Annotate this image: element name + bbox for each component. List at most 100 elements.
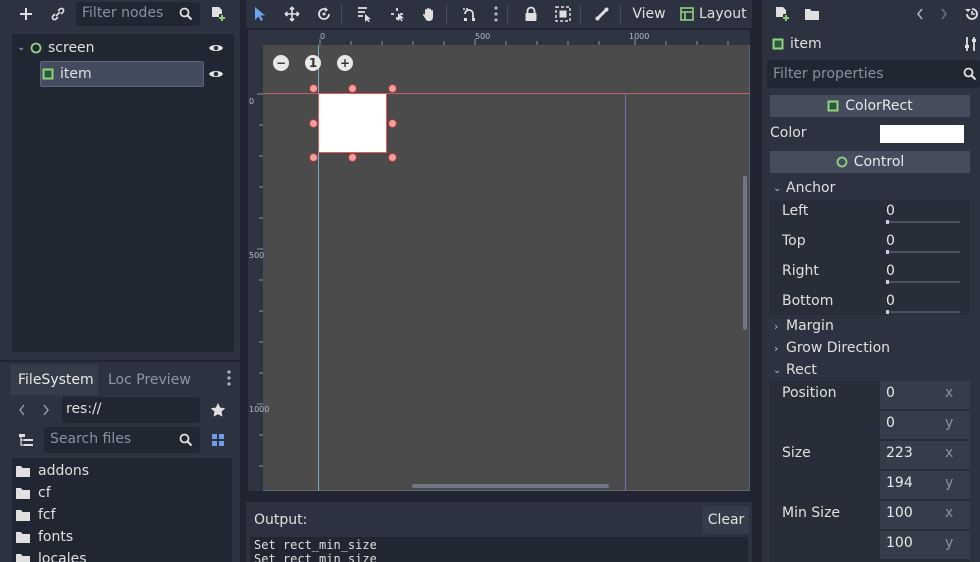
history-icon[interactable] [960,2,980,26]
move-tool-icon[interactable] [280,2,304,26]
tab-loc-preview[interactable]: Loc Preview [100,365,220,395]
slider-grabber[interactable] [886,220,889,224]
zoom-out-button[interactable]: − [273,55,289,71]
tab-filesystem[interactable]: FileSystem [10,365,98,395]
list-item[interactable]: fcf [16,504,56,526]
select-tool-icon[interactable] [248,2,272,26]
search-icon [174,2,198,26]
resize-handle[interactable] [348,84,357,93]
link-icon[interactable] [46,2,70,26]
min-size-y-value[interactable]: 100 [886,535,913,551]
rotate-tool-icon[interactable] [312,2,336,26]
size-y-value[interactable]: 194 [886,475,913,491]
snap-icon[interactable] [458,2,482,26]
vertical-scrollbar[interactable] [743,176,747,330]
tree-node-label: screen [48,40,95,56]
view-menu[interactable]: View [626,4,672,24]
inspected-node[interactable]: item [772,36,822,52]
visibility-eye-icon[interactable] [204,62,228,86]
grow-direction-group-header[interactable]: › Grow Direction [770,337,970,359]
toolbar-separator [507,4,508,24]
anchor-left-value[interactable]: 0 [886,203,895,219]
list-item[interactable]: locales [16,548,87,562]
anchor-group-header[interactable]: ⌄ Anchor [770,177,970,199]
snap-options-icon[interactable] [484,2,508,26]
path-field[interactable]: res:// [62,397,200,423]
resize-handle[interactable] [309,119,318,128]
forward-arrow-icon[interactable] [34,398,58,422]
history-back-icon[interactable] [908,2,932,26]
anchor-top-slider[interactable] [886,251,960,253]
horizontal-scrollbar[interactable] [412,484,609,488]
position-y-value[interactable]: 0 [886,415,895,431]
anchor-left-label: Left [782,203,809,219]
collapse-arrow-icon[interactable]: ⌄ [17,42,27,54]
clear-button[interactable]: Clear [703,506,749,534]
list-item[interactable]: addons [16,460,89,482]
zoom-in-button[interactable]: + [337,55,353,71]
anchor-right-value[interactable]: 0 [886,263,895,279]
lock-icon[interactable] [519,2,543,26]
colorrect-item[interactable] [318,93,387,153]
resize-handle[interactable] [348,153,357,162]
visibility-eye-icon[interactable] [204,36,228,60]
tree-node-item[interactable]: item [42,62,202,86]
slider-grabber[interactable] [886,280,889,284]
layout-menu-label: Layout [699,6,747,22]
tree-toggle-icon[interactable] [14,428,38,452]
resize-handle[interactable] [309,153,318,162]
slider-grabber[interactable] [886,310,889,314]
colorrect-section-header[interactable]: ColorRect [770,95,970,117]
min-size-x-value[interactable]: 100 [886,505,913,521]
new-resource-icon[interactable] [770,2,794,26]
resize-handle[interactable] [388,84,397,93]
skeleton-bone-icon[interactable] [590,2,614,26]
toolbar-separator [341,4,342,24]
position-x-value[interactable]: 0 [886,385,895,401]
list-select-icon[interactable] [352,2,376,26]
margin-group-header[interactable]: › Margin [770,315,970,337]
anchor-bottom-value[interactable]: 0 [886,293,895,309]
resize-handle[interactable] [388,153,397,162]
object-properties-icon[interactable] [960,32,980,56]
open-folder-icon[interactable] [800,2,824,26]
size-x-value[interactable]: 223 [886,445,913,461]
toolbar-separator [620,4,621,24]
pivot-tool-icon[interactable] [385,2,409,26]
resize-handle[interactable] [388,119,397,128]
rect-group-header[interactable]: ⌄ Rect [770,359,970,381]
list-item[interactable]: cf [16,482,51,504]
anchor-bottom-slider[interactable] [886,311,960,313]
collapsed-arrow-icon: › [774,341,779,355]
slider-grabber[interactable] [886,250,889,254]
tree-node-screen[interactable]: screen [30,36,230,60]
favorite-star-icon[interactable] [206,398,230,422]
add-node-icon[interactable] [14,2,38,26]
log-line: Set rect_min_size [254,552,377,562]
file-item-label: addons [38,463,90,479]
back-arrow-icon[interactable] [10,398,34,422]
filter-properties-input[interactable]: Filter properties [767,60,980,88]
control-section-header[interactable]: Control [770,151,970,173]
colorrect-node-icon [772,38,784,50]
anchor-top-value[interactable]: 0 [886,233,895,249]
toolbar-separator [446,4,447,24]
anchor-right-slider[interactable] [886,281,960,283]
history-forward-icon[interactable] [932,2,956,26]
axis-y-label: y [945,535,954,551]
menu-dots-icon[interactable] [217,366,241,390]
list-item[interactable]: fonts [16,526,73,548]
group-icon[interactable] [551,2,575,26]
anchor-left-slider[interactable] [886,221,960,223]
resize-handle[interactable] [309,84,318,93]
control-node-icon [836,156,848,168]
ruler-label: 0 [249,97,255,106]
folder-icon [16,510,30,521]
file-item-label: fcf [38,507,56,523]
instance-scene-icon[interactable] [206,2,230,26]
layout-menu[interactable]: Layout [680,4,748,24]
color-swatch[interactable] [880,125,964,143]
zoom-reset-button[interactable]: 1 [305,55,321,71]
pan-hand-icon[interactable] [417,2,441,26]
grid-view-icon[interactable] [206,428,230,452]
